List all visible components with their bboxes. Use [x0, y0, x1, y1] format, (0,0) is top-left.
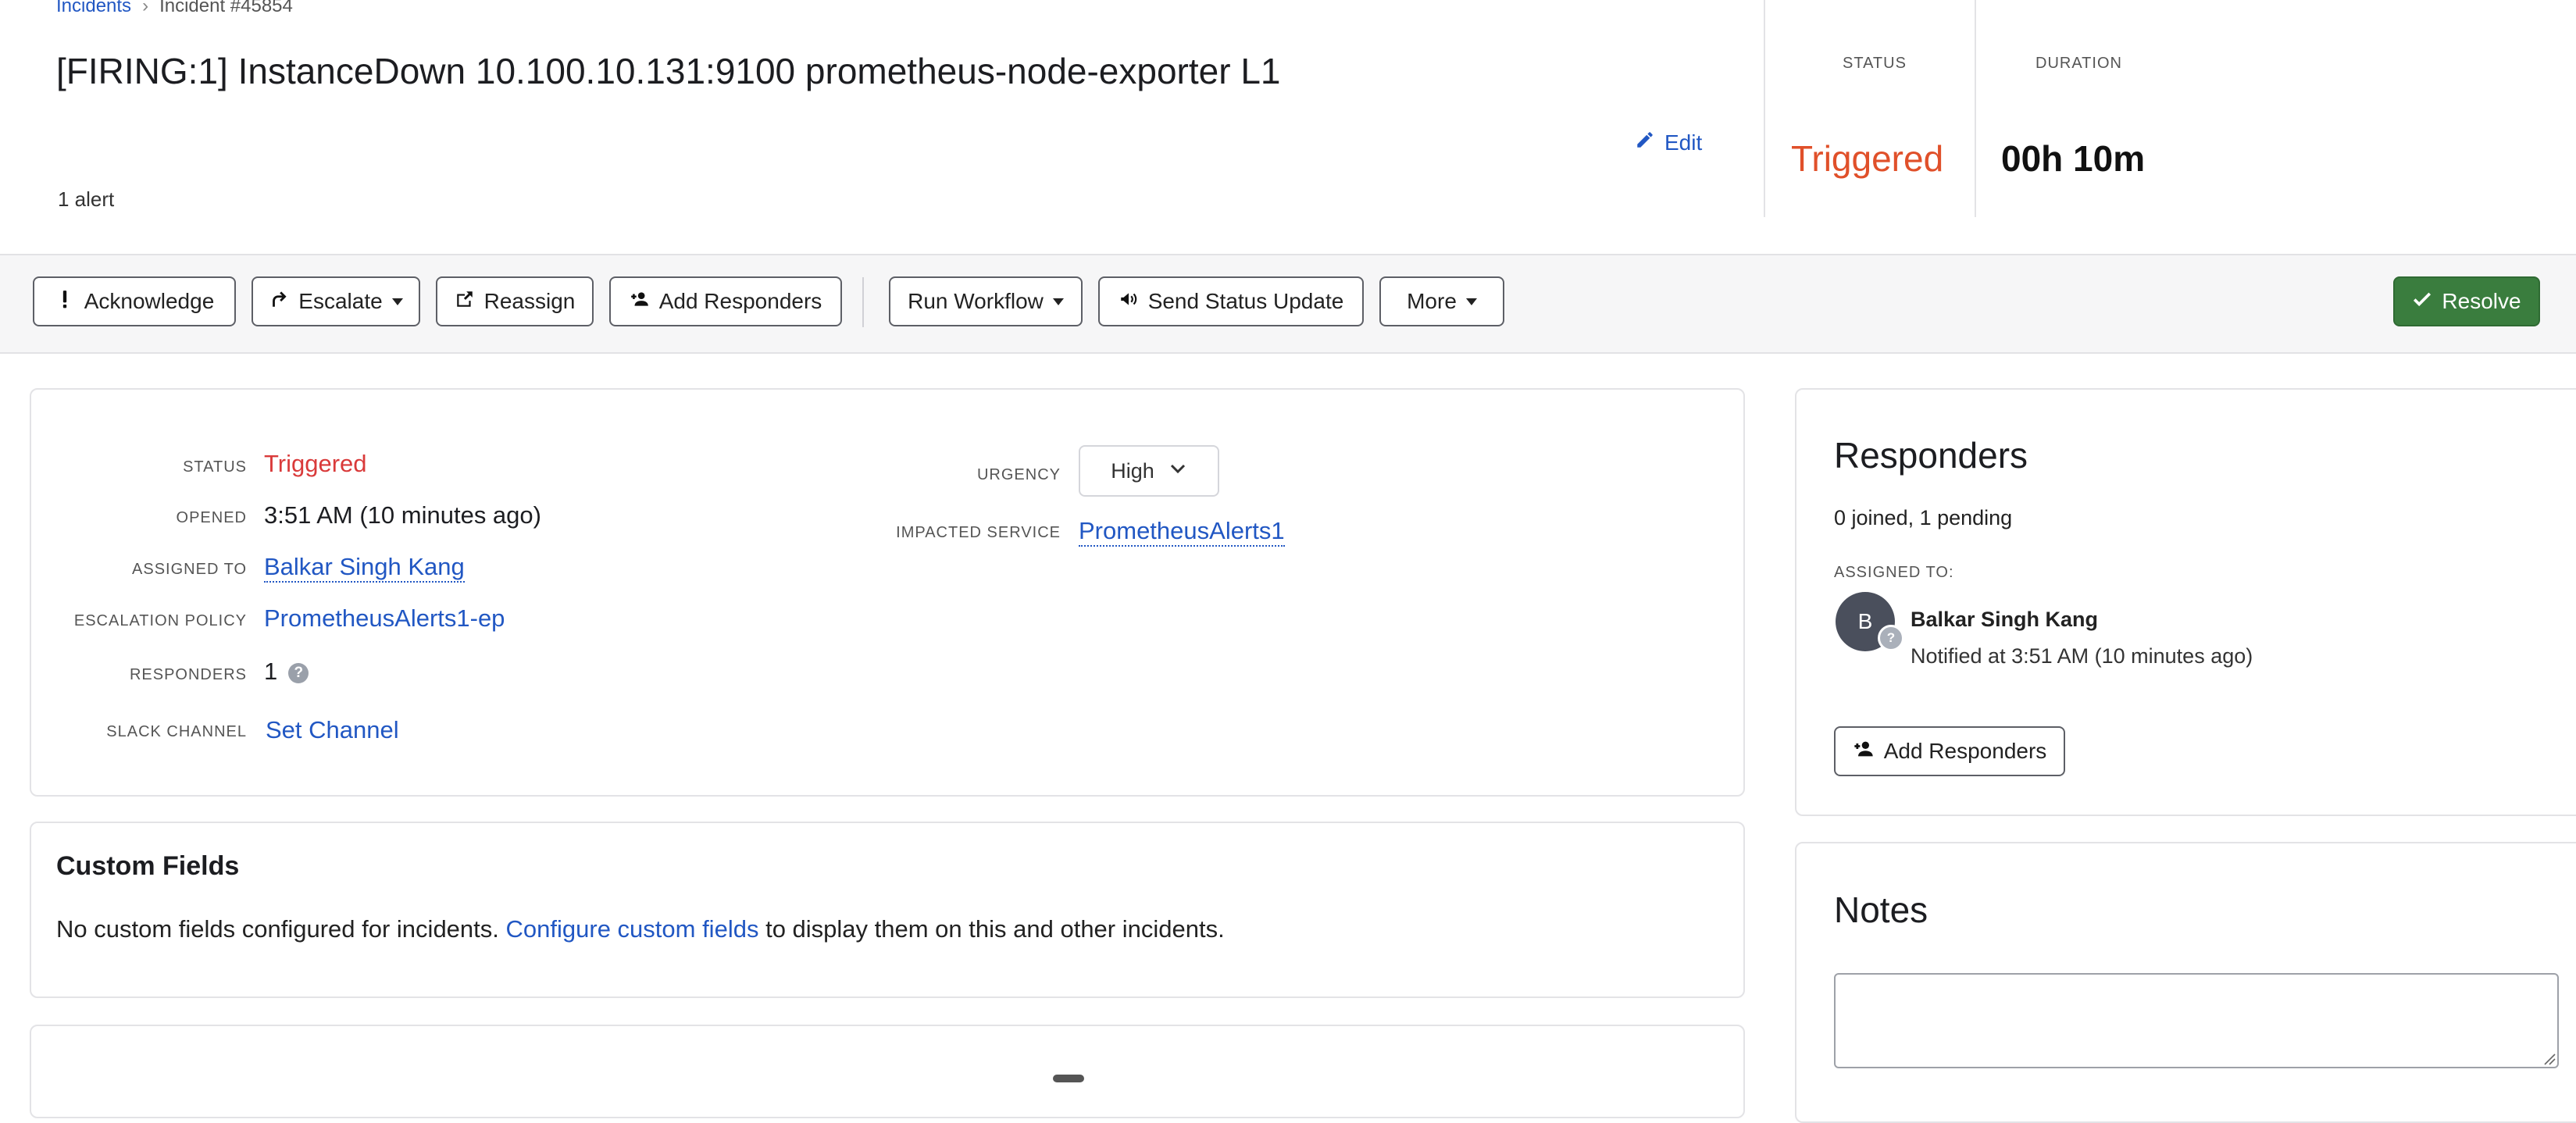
urgency-select[interactable]: High — [1079, 445, 1219, 497]
chevron-down-icon — [1168, 459, 1187, 483]
edit-label: Edit — [1664, 130, 1703, 155]
summary-status-label: STATUS — [1843, 55, 1907, 72]
megaphone-icon — [1119, 289, 1139, 315]
pending-status-icon: ? — [1878, 625, 1904, 651]
acknowledge-label: Acknowledge — [84, 289, 215, 313]
action-toolbar: Acknowledge Escalate Reassign Add Respon… — [0, 254, 2576, 354]
summary-duration-value: 00h 10m — [2001, 138, 2146, 179]
add-user-icon — [630, 289, 650, 315]
opened-value: 3:51 AM (10 minutes ago) — [264, 501, 541, 529]
add-responders-button[interactable]: Add Responders — [609, 276, 842, 326]
run-workflow-button[interactable]: Run Workflow — [889, 276, 1083, 326]
send-status-update-button[interactable]: Send Status Update — [1098, 276, 1364, 326]
assigned-to-label: ASSIGNED TO — [132, 561, 247, 578]
more-button[interactable]: More — [1379, 276, 1504, 326]
header-divider — [1764, 0, 1765, 217]
reassign-button[interactable]: Reassign — [436, 276, 594, 326]
custom-fields-text-after: to display them on this and other incide… — [765, 915, 1225, 943]
escalate-icon — [269, 289, 289, 315]
alert-count: 1 alert — [58, 187, 115, 211]
help-icon[interactable]: ? — [288, 663, 309, 683]
caret-down-icon — [1052, 298, 1064, 305]
custom-fields-text: No custom fields configured for incident… — [56, 915, 499, 943]
add-user-icon — [1853, 738, 1875, 765]
custom-fields-title: Custom Fields — [56, 851, 240, 881]
resolve-button[interactable]: Resolve — [2393, 276, 2540, 326]
assigned-to-link[interactable]: Balkar Singh Kang — [264, 553, 465, 583]
check-icon — [2412, 289, 2432, 315]
summary-duration-label: DURATION — [2035, 55, 2122, 72]
slack-channel-label: SLACK CHANNEL — [106, 723, 247, 740]
caret-down-icon — [1465, 298, 1477, 305]
panel-add-responders-button[interactable]: Add Responders — [1834, 726, 2065, 776]
urgency-label: URGENCY — [976, 466, 1061, 483]
notes-textarea[interactable] — [1834, 973, 2559, 1068]
custom-fields-message: No custom fields configured for incident… — [56, 915, 1225, 943]
summary-status-value: Triggered — [1791, 138, 1944, 179]
breadcrumb-incidents-link[interactable]: Incidents — [56, 0, 131, 16]
acknowledge-button[interactable]: Acknowledge — [33, 276, 236, 326]
panel-add-responders-label: Add Responders — [1883, 739, 2047, 763]
caret-down-icon — [391, 298, 403, 305]
edit-button[interactable]: Edit — [1635, 130, 1702, 155]
responders-label: RESPONDERS — [129, 666, 247, 683]
send-status-update-label: Send Status Update — [1147, 289, 1344, 313]
configure-custom-fields-link[interactable]: Configure custom fields — [506, 915, 759, 943]
escalate-label: Escalate — [298, 289, 383, 313]
breadcrumb-separator: › — [142, 0, 149, 16]
opened-label: OPENED — [176, 509, 247, 526]
breadcrumb: Incidents › Incident #45854 — [56, 0, 293, 17]
responders-title: Responders — [1834, 435, 2028, 476]
reassign-label: Reassign — [483, 289, 576, 313]
responders-assigned-label: ASSIGNED TO: — [1834, 564, 1954, 581]
impacted-service-label: IMPACTED SERVICE — [896, 524, 1061, 541]
pencil-icon — [1635, 130, 1655, 155]
run-workflow-label: Run Workflow — [908, 289, 1044, 313]
scroll-handle[interactable] — [1053, 1075, 1084, 1082]
add-responders-label: Add Responders — [658, 289, 822, 313]
incident-header: Incidents › Incident #45854 [FIRING:1] Ins… — [0, 0, 2576, 254]
toolbar-divider — [862, 277, 864, 327]
responder-notified-text: Notified at 3:51 AM (10 minutes ago) — [1911, 644, 2253, 668]
exclamation-icon — [55, 289, 75, 315]
escalation-policy-link[interactable]: PrometheusAlerts1-ep — [264, 604, 505, 633]
impacted-service-link[interactable]: PrometheusAlerts1 — [1079, 517, 1285, 547]
header-divider — [1975, 0, 1976, 217]
status-label: STATUS — [183, 458, 247, 476]
notes-title: Notes — [1834, 889, 1928, 930]
resize-grip-icon[interactable] — [2543, 1053, 2556, 1065]
responder-name-link[interactable]: Balkar Singh Kang — [1911, 608, 2098, 632]
custom-fields-card — [30, 822, 1745, 998]
breadcrumb-current: Incident #45854 — [159, 0, 293, 16]
more-label: More — [1407, 289, 1457, 313]
next-section-card — [30, 1025, 1745, 1118]
responders-count: 1? — [264, 658, 309, 686]
page-title: [FIRING:1] InstanceDown 10.100.10.131:91… — [56, 51, 1281, 91]
escalation-policy-label: ESCALATION POLICY — [73, 612, 247, 629]
status-value: Triggered — [264, 450, 367, 477]
urgency-value: High — [1111, 458, 1154, 483]
escalate-button[interactable]: Escalate — [252, 276, 420, 326]
responders-summary: 0 joined, 1 pending — [1834, 506, 2013, 529]
resolve-label: Resolve — [2442, 289, 2521, 313]
reassign-icon — [455, 289, 475, 315]
set-channel-link[interactable]: Set Channel — [266, 716, 399, 744]
responders-value: 1 — [264, 658, 278, 685]
